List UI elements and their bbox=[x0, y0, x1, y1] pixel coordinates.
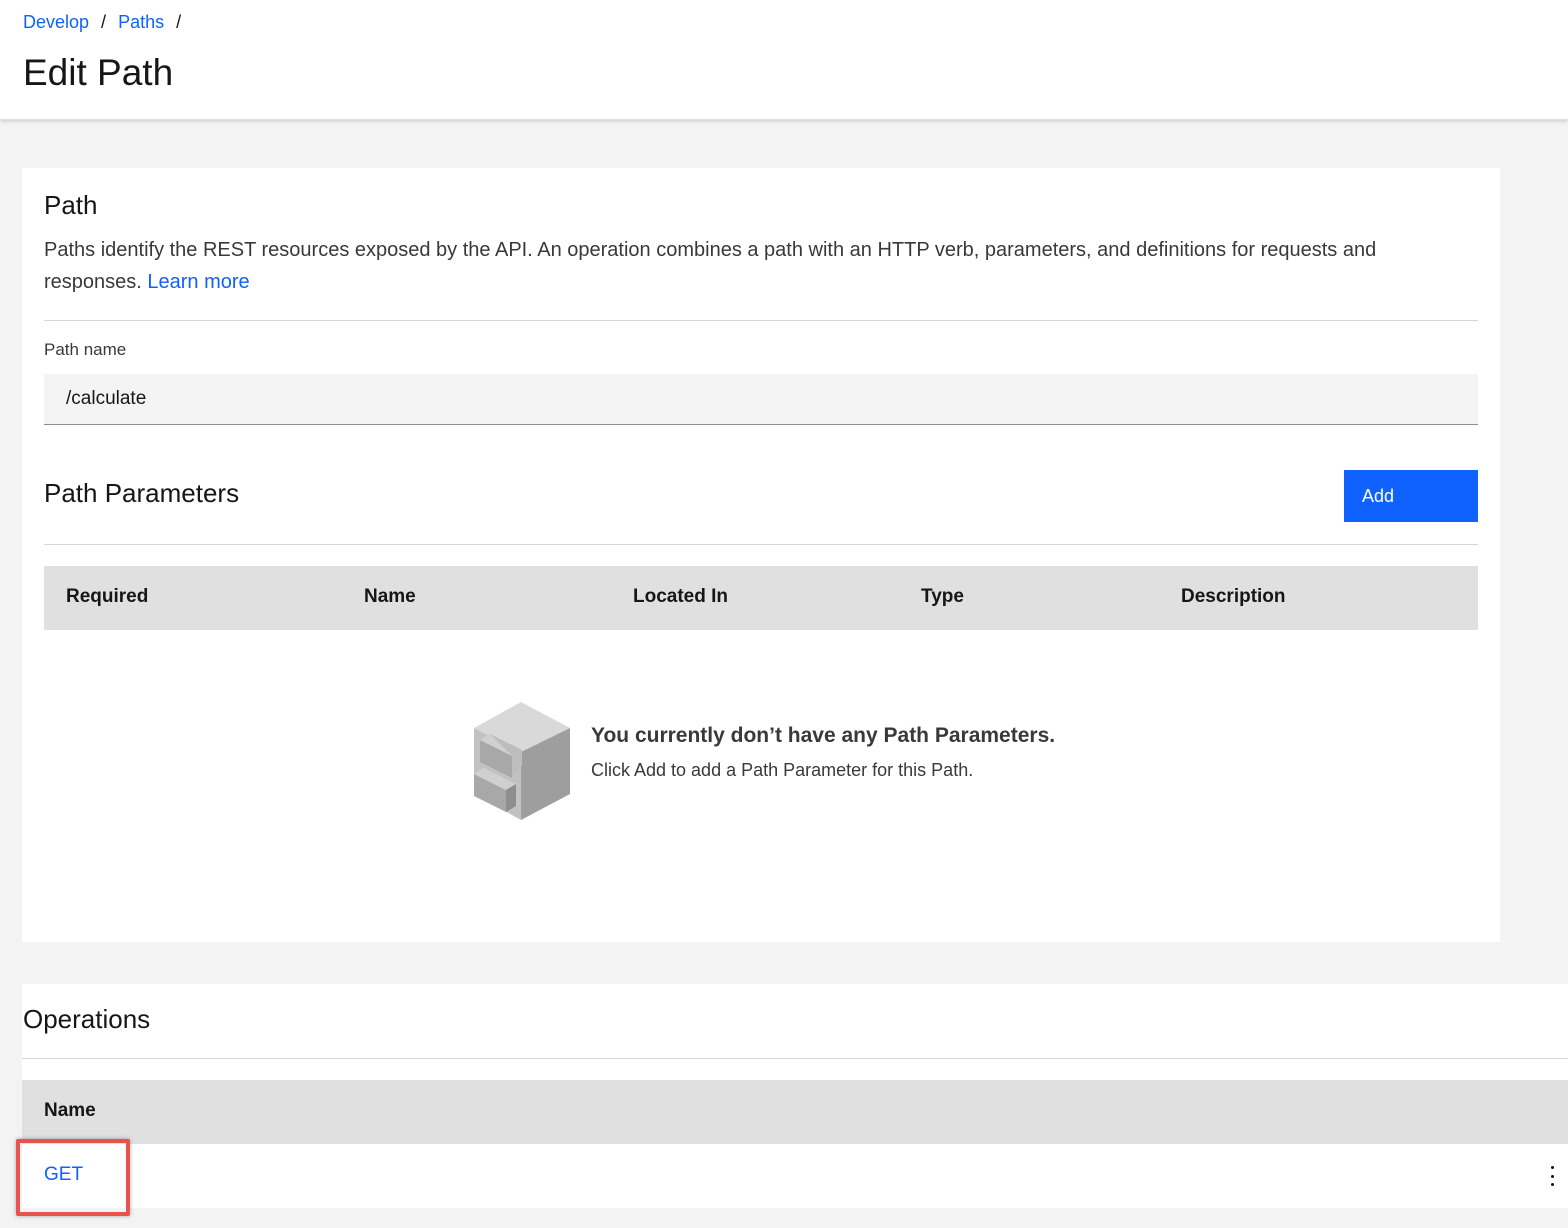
breadcrumb: Develop / Paths / bbox=[23, 12, 193, 33]
column-header-name[interactable]: Name bbox=[44, 1100, 96, 1122]
overflow-menu-icon[interactable] bbox=[1544, 1166, 1560, 1186]
path-section-description: Paths identify the REST resources expose… bbox=[44, 234, 1464, 298]
learn-more-link[interactable]: Learn more bbox=[147, 271, 249, 293]
breadcrumb-separator: / bbox=[101, 12, 107, 32]
section-divider bbox=[22, 1058, 1568, 1059]
file-cabinet-icon bbox=[474, 702, 570, 820]
path-parameters-table-header: Required Name Located In Type Descriptio… bbox=[44, 566, 1478, 630]
table-row: GET bbox=[22, 1144, 1568, 1208]
empty-state-subtitle: Click Add to add a Path Parameter for th… bbox=[591, 760, 974, 780]
column-header-type[interactable]: Type bbox=[921, 586, 964, 608]
path-name-label: Path name bbox=[44, 340, 127, 359]
operations-card: Operations Name GET bbox=[22, 984, 1568, 1208]
column-header-located-in[interactable]: Located In bbox=[633, 586, 728, 608]
path-parameters-empty-state: You currently don’t have any Path Parame… bbox=[472, 700, 1172, 822]
path-parameters-title: Path Parameters bbox=[44, 478, 240, 508]
path-card: Path Paths identify the REST resources e… bbox=[22, 168, 1500, 942]
operations-title: Operations bbox=[23, 1004, 151, 1034]
path-section-title: Path bbox=[44, 190, 98, 220]
breadcrumb-develop-link[interactable]: Develop bbox=[23, 12, 89, 33]
page-title: Edit Path bbox=[23, 52, 174, 93]
add-path-parameter-button[interactable]: Add bbox=[1344, 470, 1478, 522]
breadcrumb-paths-link[interactable]: Paths bbox=[118, 12, 164, 33]
section-divider bbox=[44, 320, 1478, 321]
breadcrumb-separator: / bbox=[176, 12, 182, 32]
section-divider bbox=[44, 544, 1478, 545]
empty-state-title: You currently don’t have any Path Parame… bbox=[591, 724, 1056, 747]
operations-table-header: Name bbox=[22, 1080, 1568, 1144]
column-header-description[interactable]: Description bbox=[1181, 586, 1286, 608]
path-name-input[interactable] bbox=[44, 374, 1478, 425]
page-header: Develop / Paths / Edit Path bbox=[0, 0, 1568, 120]
column-header-required[interactable]: Required bbox=[66, 586, 148, 608]
column-header-name[interactable]: Name bbox=[364, 586, 416, 608]
operation-get-link[interactable]: GET bbox=[44, 1164, 83, 1186]
